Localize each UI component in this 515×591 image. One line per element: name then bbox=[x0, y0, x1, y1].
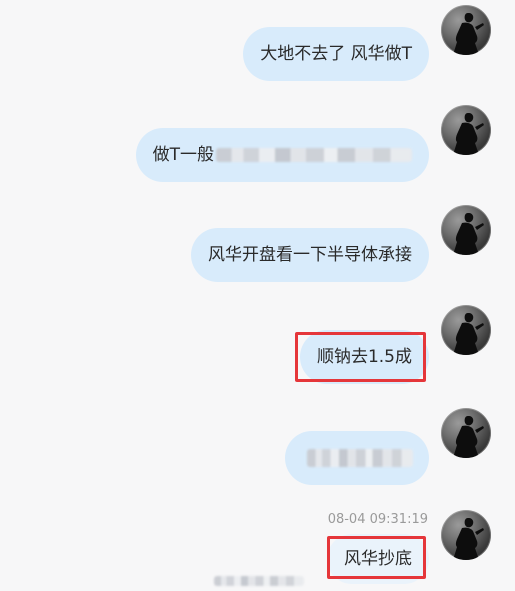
redacted-text-blur bbox=[216, 148, 412, 162]
user-avatar-icon[interactable] bbox=[441, 105, 491, 155]
message-bubble-2[interactable]: 做T一般 bbox=[135, 128, 429, 182]
message-bubble-5[interactable] bbox=[285, 431, 429, 485]
message-bubble-6[interactable]: 风华抄底 bbox=[327, 534, 429, 584]
user-avatar-icon[interactable] bbox=[441, 510, 491, 560]
redacted-fragment-blur bbox=[214, 570, 304, 586]
message-text-2: 做T一般 bbox=[152, 145, 214, 165]
user-avatar-icon[interactable] bbox=[441, 205, 491, 255]
user-avatar-icon[interactable] bbox=[441, 5, 491, 55]
user-avatar-icon[interactable] bbox=[441, 305, 491, 355]
avatar-silhouette-icon bbox=[453, 213, 484, 255]
avatar-silhouette-icon bbox=[453, 518, 484, 560]
chat-window: 大地不去了 风华做T 做T一般 风华开盘看一下半导体承接 顺钠去1.5成 08-… bbox=[0, 0, 515, 591]
message-text-3: 风华开盘看一下半导体承接 bbox=[208, 245, 412, 265]
message-text-6: 风华抄底 bbox=[344, 549, 412, 569]
user-avatar-icon[interactable] bbox=[441, 408, 491, 458]
message-bubble-3[interactable]: 风华开盘看一下半导体承接 bbox=[191, 228, 429, 282]
avatar-silhouette-icon bbox=[453, 113, 484, 155]
message-bubble-4[interactable]: 顺钠去1.5成 bbox=[299, 330, 429, 384]
message-text-4: 顺钠去1.5成 bbox=[316, 347, 412, 367]
avatar-silhouette-icon bbox=[453, 416, 484, 458]
redacted-message-blur bbox=[307, 449, 413, 467]
avatar-silhouette-icon bbox=[453, 13, 484, 55]
message-bubble-1[interactable]: 大地不去了 风华做T bbox=[243, 27, 429, 81]
redacted-strip bbox=[214, 575, 304, 586]
message-timestamp: 08-04 09:31:19 bbox=[327, 512, 428, 527]
avatar-silhouette-icon bbox=[453, 313, 484, 355]
message-text-1: 大地不去了 风华做T bbox=[260, 44, 412, 64]
